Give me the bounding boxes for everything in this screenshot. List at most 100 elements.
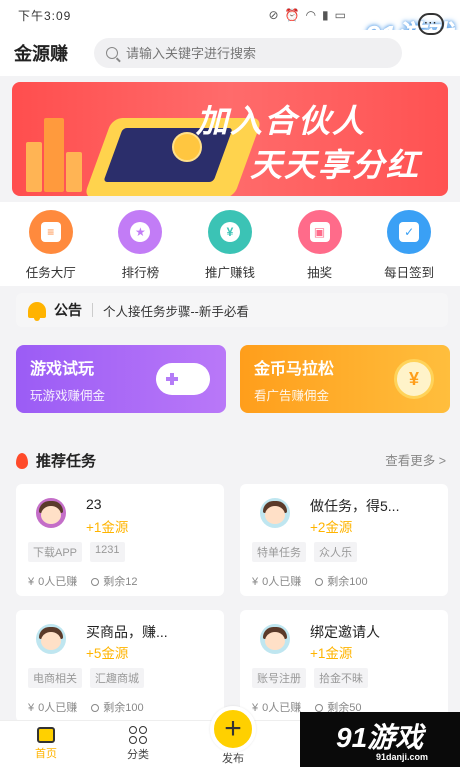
yen-icon: ¥ <box>28 576 35 588</box>
nav-home-label: 首页 <box>35 748 57 760</box>
publish-button[interactable]: + <box>210 706 256 752</box>
task-tags: 电商相关 汇趣商城 <box>28 668 144 688</box>
avatar <box>36 624 66 654</box>
task-tag: 汇趣商城 <box>90 668 144 688</box>
recommended-title: 推荐任务 <box>36 453 97 470</box>
earned-text: 0人已赚 <box>262 702 302 714</box>
quick-nav: ≡ 任务大厅 ★ 排行榜 ¥ 推广赚钱 ▣ 抽奖 ✓ 每日签到 <box>0 202 460 286</box>
status-time: 下午3:09 <box>18 8 72 23</box>
task-reward: +2金源 <box>310 520 353 535</box>
task-tag: 拾金不昧 <box>314 668 368 688</box>
quick-nav-ranking[interactable]: ★ 排行榜 <box>98 202 182 286</box>
gamepad-icon <box>156 363 210 395</box>
person-icon <box>315 578 324 586</box>
task-tag: 众人乐 <box>314 542 357 562</box>
task-reward: +1金源 <box>310 646 353 661</box>
task-stats: ¥0人已赚 剩余12 <box>28 573 138 589</box>
task-card[interactable]: 绑定邀请人 +1金源 账号注册 拾金不昧 ¥0人已赚 剩余50 <box>240 610 448 722</box>
quick-nav-label: 抽奖 <box>307 266 333 280</box>
banner-line-1: 加入合伙人 <box>196 103 367 139</box>
task-reward: +5金源 <box>86 646 129 661</box>
task-tags: 下载APP 1231 <box>28 542 125 562</box>
announcement-title: 公告 <box>54 302 82 318</box>
task-card[interactable]: 做任务，得5... +2金源 特单任务 众人乐 ¥0人已赚 剩余100 <box>240 484 448 596</box>
person-icon <box>91 578 100 586</box>
remaining-count: 剩余100 <box>91 699 144 715</box>
promote-money-icon: ¥ <box>207 210 252 254</box>
search-icon <box>106 47 118 59</box>
quick-nav-task-hall[interactable]: ≡ 任务大厅 <box>9 202 93 286</box>
quick-nav-label: 排行榜 <box>121 266 160 280</box>
message-icon[interactable]: ··· <box>418 13 444 35</box>
daily-checkin-icon: ✓ <box>387 210 432 254</box>
fire-icon <box>16 452 28 469</box>
earned-text: 0人已赚 <box>38 702 78 714</box>
announcement-text: 个人接任务步骤--新手必看 <box>103 304 249 319</box>
yen-icon: ¥ <box>252 576 259 588</box>
task-tag: 账号注册 <box>252 668 306 688</box>
task-name: 绑定邀请人 <box>310 624 380 640</box>
quick-nav-label: 每日签到 <box>384 266 435 280</box>
watermark-url: 91danji.com <box>376 752 429 762</box>
task-name: 买商品，赚... <box>86 624 168 640</box>
nav-home[interactable]: 首页 <box>0 721 92 767</box>
quick-nav-lottery[interactable]: ▣ 抽奖 <box>278 202 362 286</box>
see-more-link[interactable]: 查看更多 > <box>385 450 446 469</box>
yen-icon: ¥ <box>252 702 259 714</box>
earned-count: ¥0人已赚 <box>252 573 301 589</box>
earned-count: ¥0人已赚 <box>28 699 77 715</box>
person-icon <box>91 704 100 712</box>
quick-nav-label: 推广赚钱 <box>204 266 255 280</box>
app-screen: 下午3:09 ⊘ ⏰ ◠ ▮ ▭ 91游戏 91danji.com 金源赚 ··… <box>0 0 460 767</box>
category-grid-icon <box>129 726 147 744</box>
earned-text: 0人已赚 <box>38 576 78 588</box>
mute-icon: ⊘ <box>268 8 279 22</box>
search-input[interactable] <box>126 45 390 61</box>
gold-marathon-card[interactable]: 金币马拉松 看广告赚佣金 ¥ <box>240 345 450 413</box>
watermark-logo-bottom: 91游戏 91danji.com <box>300 712 460 767</box>
announcement-bar[interactable]: 公告 个人接任务步骤--新手必看 <box>16 293 448 327</box>
buildings-illustration <box>26 112 86 192</box>
nav-category-label: 分类 <box>127 749 149 761</box>
recommended-header: 推荐任务 <box>16 450 96 471</box>
watermark-brand: 91游戏 <box>336 722 424 753</box>
earned-count: ¥0人已赚 <box>252 699 301 715</box>
task-stats: ¥0人已赚 剩余100 <box>252 573 368 589</box>
quick-nav-label: 任务大厅 <box>25 266 76 280</box>
publish-label: 发布 <box>222 753 244 765</box>
remaining-text: 剩余100 <box>103 702 144 714</box>
recommended-tasks-section: 推荐任务 查看更多 > 23 +1金源 下载APP 1231 ¥0人已赚 剩余1… <box>0 430 460 722</box>
header: 金源赚 <box>0 30 460 76</box>
quick-nav-promote[interactable]: ¥ 推广赚钱 <box>188 202 272 286</box>
task-tag: 1231 <box>90 542 125 562</box>
task-stats: ¥0人已赚 剩余100 <box>28 699 144 715</box>
task-tags: 账号注册 拾金不昧 <box>252 668 368 688</box>
task-name: 做任务，得5... <box>310 498 400 514</box>
task-hall-icon: ≡ <box>28 210 73 254</box>
lottery-gift-icon: ▣ <box>297 210 342 254</box>
task-tag: 特单任务 <box>252 542 306 562</box>
quick-nav-checkin[interactable]: ✓ 每日签到 <box>367 202 451 286</box>
task-card[interactable]: 23 +1金源 下载APP 1231 ¥0人已赚 剩余12 <box>16 484 224 596</box>
partner-banner[interactable]: 加入合伙人 天天享分红 <box>12 82 448 196</box>
signal-icon: ▮ <box>322 8 329 22</box>
plus-icon: + <box>224 712 242 745</box>
avatar <box>260 624 290 654</box>
banner-line-2: 天天享分红 <box>250 147 421 183</box>
task-card[interactable]: 买商品，赚... +5金源 电商相关 汇趣商城 ¥0人已赚 剩余100 <box>16 610 224 722</box>
game-trial-card[interactable]: 游戏试玩 玩游戏赚佣金 <box>16 345 226 413</box>
remaining-text: 剩余100 <box>327 576 368 588</box>
alarm-icon: ⏰ <box>284 8 300 22</box>
search-bar[interactable] <box>94 38 402 68</box>
bell-icon <box>28 302 46 321</box>
remaining-text: 剩余12 <box>103 576 138 588</box>
battery-icon: ▭ <box>334 8 346 22</box>
task-tag: 电商相关 <box>28 668 82 688</box>
person-icon <box>315 704 324 712</box>
earned-count: ¥0人已赚 <box>28 573 77 589</box>
nav-category[interactable]: 分类 <box>92 721 184 767</box>
status-icons: ⊘ ⏰ ◠ ▮ ▭ <box>269 8 346 22</box>
yen-icon: ¥ <box>28 702 35 714</box>
task-tag: 下载APP <box>28 542 83 562</box>
remaining-count: 剩余12 <box>91 573 138 589</box>
